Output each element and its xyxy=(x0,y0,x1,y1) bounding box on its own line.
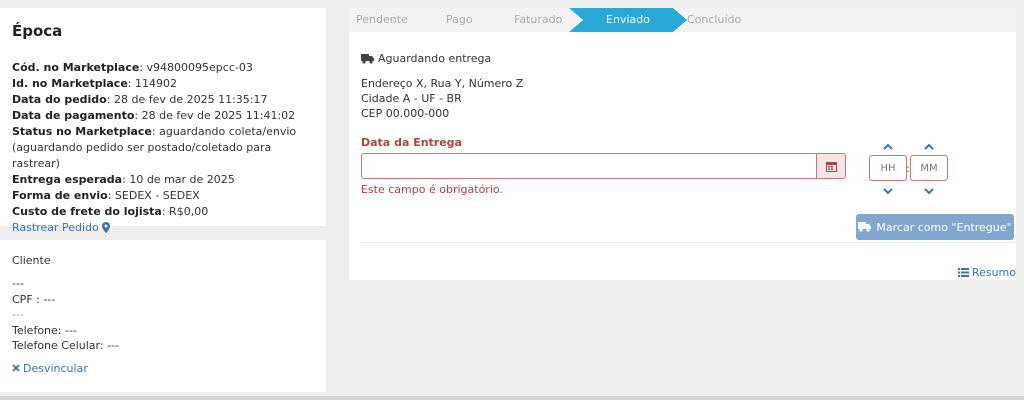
order-field: Status no Marketplace: aguardando coleta… xyxy=(12,125,297,138)
order-field-value: 114902 xyxy=(131,77,177,90)
order-field: (aguardando pedido ser postado/coletado … xyxy=(12,140,314,172)
bottom-bar xyxy=(0,396,1024,400)
client-panel: Cliente --- CPF : --- --- Telefone: --- … xyxy=(0,240,326,392)
order-field: Cód. no Marketplace: v94800095epcc-03 xyxy=(12,61,253,74)
order-field-value: 28 de fev de 2025 11:41:02 xyxy=(138,109,296,122)
unlink-client-link[interactable]: Desvincular xyxy=(12,362,88,375)
shipping-status-label: Aguardando entrega xyxy=(378,52,492,65)
store-title: Época xyxy=(12,22,63,40)
map-marker-icon xyxy=(101,222,110,233)
order-field-label: Custo de frete do lojista xyxy=(12,205,162,218)
order-field: Data do pedido: 28 de fev de 2025 11:35:… xyxy=(12,93,268,106)
step-faturado: Faturado xyxy=(514,13,563,26)
address-line-2: Cidade A - UF - BR xyxy=(361,92,462,105)
list-icon xyxy=(957,268,969,277)
order-field-value: v94800095epcc-03 xyxy=(143,61,253,74)
order-field-label: Forma de envio xyxy=(12,189,108,202)
order-field: Forma de envio: SEDEX - SEDEX xyxy=(12,189,200,202)
truck-icon xyxy=(361,53,374,64)
client-name: --- xyxy=(12,277,24,290)
chevron-up-icon xyxy=(924,143,934,150)
order-field-label: Cód. no Marketplace xyxy=(12,61,140,74)
order-progress-steps: Pendente Pago Faturado Enviado Concluído xyxy=(349,8,1016,32)
summary-label: Resumo xyxy=(971,266,1016,279)
order-field-value: 10 de mar de 2025 xyxy=(125,173,235,186)
shipping-status: Aguardando entrega xyxy=(361,52,523,65)
hour-decrement-button[interactable] xyxy=(881,186,895,196)
hour-increment-button[interactable] xyxy=(881,141,895,151)
client-title: Cliente xyxy=(12,254,51,267)
chevron-down-icon xyxy=(924,187,934,194)
order-field: Custo de frete do lojista: R$0,00 xyxy=(12,205,209,218)
client-cpf: CPF : --- xyxy=(12,292,56,306)
order-field-value: R$0,00 xyxy=(165,205,209,218)
minute-input[interactable] xyxy=(910,155,948,181)
calendar-button[interactable] xyxy=(816,153,846,179)
hour-input[interactable] xyxy=(869,155,907,181)
minute-decrement-button[interactable] xyxy=(922,186,936,196)
delivery-date-input[interactable] xyxy=(361,153,817,179)
order-field-label: Id. no Marketplace xyxy=(12,77,128,90)
shipping-info: Aguardando entrega Endereço X, Rua Y, Nú… xyxy=(361,52,523,121)
order-field: Entrega esperada: 10 de mar de 2025 xyxy=(12,173,235,186)
client-extra: --- xyxy=(12,308,24,321)
order-field-label: Entrega esperada xyxy=(12,173,123,186)
track-order-link[interactable]: Rastrear Pedido xyxy=(12,221,110,234)
order-info-panel: Época Cód. no Marketplace: v94800095epcc… xyxy=(0,8,326,234)
shipment-panel: Pendente Pago Faturado Enviado Concluído… xyxy=(349,8,1016,280)
calendar-icon xyxy=(825,161,837,172)
minute-increment-button[interactable] xyxy=(922,141,936,151)
order-field-label: Status no Marketplace xyxy=(12,125,152,138)
truck-icon xyxy=(858,222,872,232)
order-fields: Cód. no Marketplace: v94800095epcc-03 Id.… xyxy=(12,60,314,220)
order-field: Id. no Marketplace: 114902 xyxy=(12,77,177,90)
order-field-value: SEDEX - SEDEX xyxy=(111,189,200,202)
step-pago: Pago xyxy=(446,13,473,26)
chevron-down-icon xyxy=(883,187,893,194)
divider xyxy=(361,242,1014,243)
times-icon xyxy=(12,364,20,372)
summary-link[interactable]: Resumo xyxy=(957,266,1016,279)
chevron-up-icon xyxy=(883,143,893,150)
order-field-value: aguardando coleta/envio xyxy=(155,125,297,138)
mark-delivered-button[interactable]: Marcar como "Entregue" xyxy=(856,214,1014,240)
order-field: Data de pagamento: 28 de fev de 2025 11:… xyxy=(12,109,296,122)
address-line-1: Endereço X, Rua Y, Número Z xyxy=(361,77,524,90)
step-concluido: Concluído xyxy=(687,13,742,26)
client-mobile: Telefone Celular: --- xyxy=(12,339,119,352)
client-phone: Telefone: --- xyxy=(12,323,77,337)
mark-delivered-label: Marcar como "Entregue" xyxy=(876,220,1012,234)
track-order-label: Rastrear Pedido xyxy=(12,221,99,234)
step-pendente: Pendente xyxy=(356,13,408,26)
step-enviado-label: Enviado xyxy=(606,13,650,26)
shipping-address: Endereço X, Rua Y, Número Z Cidade A - U… xyxy=(361,76,523,121)
order-field-label: Data de pagamento xyxy=(12,109,135,122)
order-field-value: 28 de fev de 2025 11:35:17 xyxy=(110,93,268,106)
step-enviado: Enviado xyxy=(569,8,687,32)
delivery-date-label: Data da Entrega xyxy=(361,136,462,149)
address-line-3: CEP 00.000-000 xyxy=(361,107,450,120)
delivery-date-error: Este campo é obrigatório. xyxy=(361,183,503,196)
order-field-label: Data do pedido xyxy=(12,93,107,106)
unlink-label: Desvincular xyxy=(23,361,88,375)
order-field-value: (aguardando pedido ser postado/coletado … xyxy=(12,141,272,170)
